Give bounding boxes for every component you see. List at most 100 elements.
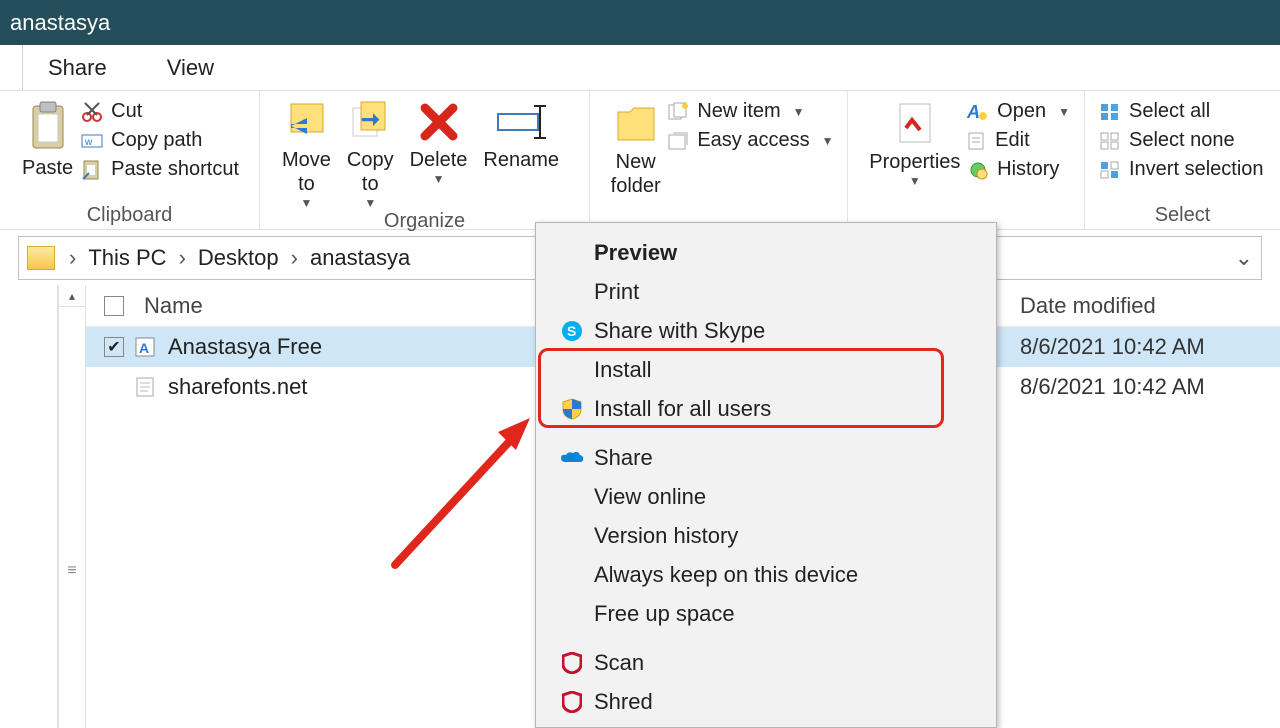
column-header-name[interactable]: Name — [144, 293, 203, 319]
select-all-label: Select all — [1129, 100, 1210, 123]
breadcrumb-this-pc[interactable]: This PC — [88, 245, 166, 271]
font-file-icon: A — [134, 336, 156, 358]
scroll-up-icon[interactable]: ▴ — [59, 285, 85, 307]
chevron-down-icon[interactable]: ⌄ — [1235, 245, 1253, 271]
select-none-icon — [1099, 131, 1121, 151]
new-item-icon — [667, 102, 689, 122]
paste-shortcut-label: Paste shortcut — [111, 158, 239, 181]
svg-text:S: S — [567, 323, 576, 339]
mcafee-scan-icon — [556, 652, 588, 674]
svg-text:A: A — [139, 340, 149, 356]
breadcrumb-desktop[interactable]: Desktop — [198, 245, 279, 271]
menu-preview[interactable]: Preview — [536, 233, 996, 272]
select-all-checkbox[interactable] — [104, 296, 124, 316]
menu-free-up-space[interactable]: Free up space — [536, 594, 996, 633]
paste-shortcut-icon — [81, 159, 103, 181]
menu-install-all-users[interactable]: Install for all users — [536, 389, 996, 428]
select-none-button[interactable]: Select none — [1099, 129, 1264, 152]
group-label-organize: Organize — [274, 210, 575, 235]
edit-button[interactable]: Edit — [967, 129, 1070, 152]
chevron-right-icon: › — [291, 245, 298, 271]
window-titlebar: anastasya — [0, 0, 1280, 45]
nav-pane[interactable]: cts hone nts ads — [0, 285, 58, 728]
nav-scrollbar[interactable]: ▴ ≡ — [58, 285, 86, 728]
easy-access-button[interactable]: Easy access ▼ — [667, 129, 833, 152]
paste-shortcut-button[interactable]: Paste shortcut — [81, 158, 239, 181]
delete-x-icon — [417, 100, 461, 144]
column-header-date[interactable]: Date modified — [1020, 293, 1280, 319]
tab-view[interactable]: View — [167, 55, 214, 81]
group-label-select: Select — [1099, 204, 1266, 229]
row-checkbox[interactable]: ✔ — [104, 337, 124, 357]
select-none-label: Select none — [1129, 129, 1235, 152]
ribbon: Paste Cut w Copy path Paste shortcut Cli… — [0, 90, 1280, 230]
history-button[interactable]: History — [967, 158, 1070, 181]
onedrive-icon — [556, 450, 588, 466]
select-all-button[interactable]: Select all — [1099, 100, 1264, 123]
rename-button[interactable]: Rename — [475, 96, 567, 172]
menu-install[interactable]: Install — [536, 350, 996, 389]
breadcrumb-current[interactable]: anastasya — [310, 245, 410, 271]
select-all-icon — [1099, 102, 1121, 122]
delete-label: Delete — [410, 148, 468, 172]
properties-icon — [894, 100, 936, 146]
ribbon-group-select: Select all Select none Invert selection … — [1085, 91, 1280, 229]
menu-print[interactable]: Print — [536, 272, 996, 311]
menu-share-skype[interactable]: S Share with Skype — [536, 311, 996, 350]
folder-icon — [27, 246, 55, 270]
menu-version-history[interactable]: Version history — [536, 516, 996, 555]
invert-selection-icon — [1099, 160, 1121, 180]
menu-always-keep[interactable]: Always keep on this device — [536, 555, 996, 594]
tab-share[interactable]: Share — [48, 55, 107, 81]
menu-share[interactable]: Share — [536, 438, 996, 477]
group-label-clipboard: Clipboard — [14, 204, 245, 229]
edit-icon — [967, 131, 987, 151]
properties-button[interactable]: Properties▼ — [862, 96, 967, 188]
copy-path-icon: w — [81, 132, 103, 150]
svg-text:A: A — [967, 102, 980, 122]
new-item-button[interactable]: New item ▼ — [667, 100, 833, 123]
skype-icon: S — [556, 320, 588, 342]
scroll-grip-icon[interactable]: ≡ — [67, 562, 76, 580]
text-file-icon — [134, 376, 156, 398]
menu-view-online[interactable]: View online — [536, 477, 996, 516]
paste-button[interactable]: Paste — [14, 96, 81, 180]
chevron-right-icon: › — [69, 245, 76, 271]
copy-to-icon — [347, 100, 393, 144]
move-to-button[interactable]: Move to▼ — [274, 96, 339, 210]
copy-to-label: Copy to — [347, 148, 394, 196]
rename-label: Rename — [483, 148, 559, 172]
file-date: 8/6/2021 10:42 AM — [1020, 334, 1280, 360]
shield-icon — [556, 398, 588, 420]
copy-path-label: Copy path — [111, 129, 202, 152]
open-label: Open — [997, 100, 1046, 123]
file-date: 8/6/2021 10:42 AM — [1020, 374, 1280, 400]
scissors-icon — [81, 101, 103, 123]
move-to-icon — [283, 100, 329, 144]
new-folder-icon — [612, 100, 660, 146]
cut-button[interactable]: Cut — [81, 100, 239, 123]
copy-path-button[interactable]: w Copy path — [81, 129, 239, 152]
delete-button[interactable]: Delete▼ — [402, 96, 476, 186]
edit-label: Edit — [995, 129, 1029, 152]
invert-selection-label: Invert selection — [1129, 158, 1264, 181]
move-to-label: Move to — [282, 148, 331, 196]
easy-access-label: Easy access — [697, 129, 809, 152]
svg-text:w: w — [84, 137, 93, 148]
new-item-label: New item — [697, 100, 780, 123]
invert-selection-button[interactable]: Invert selection — [1099, 158, 1264, 181]
ribbon-group-open: Properties▼ A Open ▼ Edit History — [848, 91, 1085, 229]
clipboard-icon — [27, 100, 69, 152]
history-icon — [967, 160, 989, 180]
open-button[interactable]: A Open ▼ — [967, 100, 1070, 123]
ribbon-group-organize: Move to▼ Copy to▼ Delete▼ Rename Organiz… — [260, 91, 590, 229]
cut-label: Cut — [111, 100, 142, 123]
ribbon-group-clipboard: Paste Cut w Copy path Paste shortcut Cli… — [0, 91, 260, 229]
window-title: anastasya — [10, 10, 110, 36]
copy-to-button[interactable]: Copy to▼ — [339, 96, 402, 210]
menu-shred[interactable]: Shred — [536, 682, 996, 721]
menu-scan[interactable]: Scan — [536, 643, 996, 682]
new-folder-label: New folder — [611, 150, 661, 198]
context-menu: Preview Print S Share with Skype Install… — [535, 222, 997, 728]
new-folder-button[interactable]: New folder — [604, 96, 667, 198]
